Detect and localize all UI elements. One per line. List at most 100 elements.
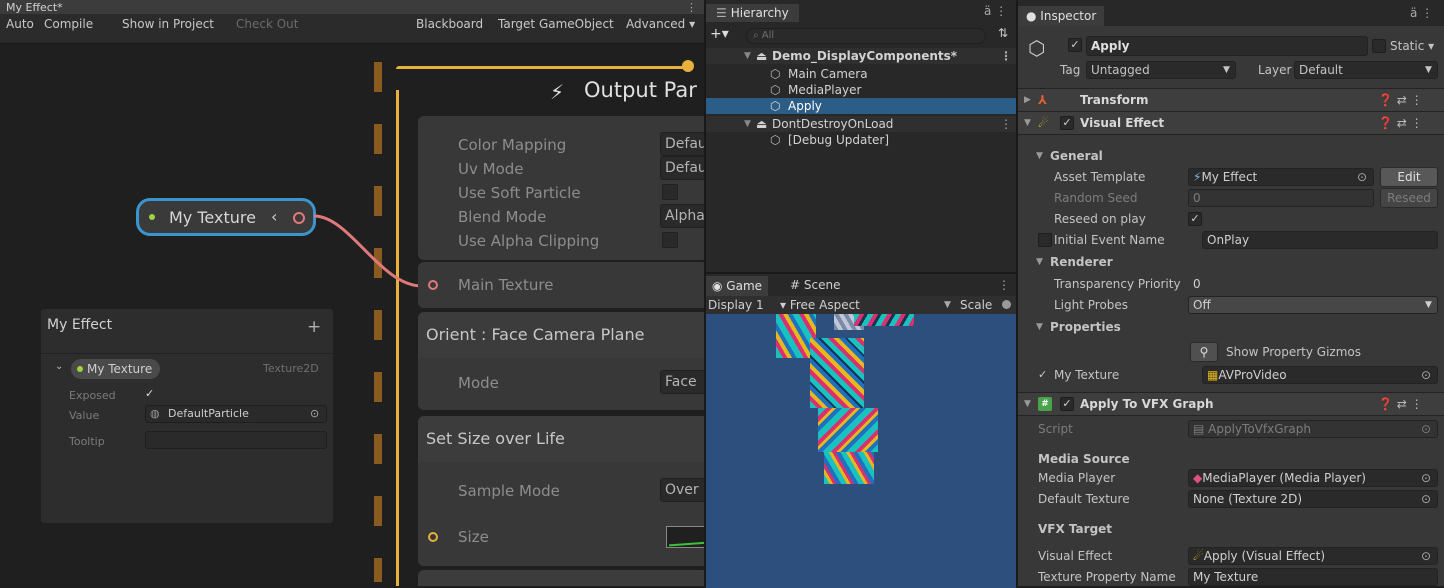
advanced-dropdown[interactable]: Advanced ▾ <box>622 16 699 32</box>
reseed-button[interactable]: Reseed <box>1380 188 1438 208</box>
object-picker-icon[interactable]: ⊙ <box>1421 491 1431 507</box>
apply-to-vfx-header[interactable]: ▼ # ✓ Apply To VFX Graph ❓ ⇄ ⋮ <box>1018 392 1444 416</box>
inspector-tab[interactable]: ● Inspector <box>1018 6 1105 26</box>
hierarchy-item-dontdestroy[interactable]: ▼ ⏏ DontDestroyOnLoad ⋮ <box>706 116 1018 132</box>
component-menu-icons[interactable]: ❓ ⇄ ⋮ <box>1378 89 1423 111</box>
initial-event-checkbox[interactable] <box>1038 233 1052 247</box>
fold-triangle-icon[interactable]: ▼ <box>1024 112 1031 134</box>
asset-template-field[interactable]: ⚡My Effect ⊙ <box>1188 168 1374 186</box>
inspector-lock-icon[interactable]: ä ⋮ <box>1410 6 1433 20</box>
object-picker-icon[interactable]: ⊙ <box>1421 367 1431 383</box>
value-object-field[interactable]: ◍ DefaultParticle ⊙ <box>145 405 327 423</box>
input-port-icon[interactable] <box>428 280 438 290</box>
hierarchy-item-apply[interactable]: ⬡ Apply <box>706 98 1018 114</box>
active-checkbox[interactable]: ✓ <box>1068 38 1082 52</box>
fold-triangle-icon[interactable]: ▼ <box>1024 393 1031 415</box>
scale-slider-handle[interactable] <box>1002 300 1011 309</box>
apply-enabled-checkbox[interactable]: ✓ <box>1060 397 1074 411</box>
color-mapping-dropdown[interactable]: Defau <box>660 132 704 156</box>
object-name-input[interactable]: Apply <box>1086 36 1368 56</box>
component-menu-icons[interactable]: ❓ ⇄ ⋮ <box>1378 393 1423 415</box>
hierarchy-item-main-camera[interactable]: ⬡ Main Camera <box>706 66 1018 82</box>
game-menu-icon[interactable]: ⋮ <box>998 278 1010 292</box>
show-in-project-button[interactable]: Show in Project <box>118 16 218 32</box>
target-gameobject-button[interactable]: Target GameObject <box>494 16 618 32</box>
scene-tab[interactable]: # Scene <box>790 278 840 292</box>
collapse-chevron-icon[interactable]: ‹ <box>271 207 277 226</box>
blackboard-add-button[interactable]: + <box>307 317 321 337</box>
sample-mode-dropdown[interactable]: Over <box>660 478 704 502</box>
my-texture-field[interactable]: ▦AVProVideo ⊙ <box>1202 366 1438 384</box>
mediaplayer-label: MediaPlayer <box>788 83 862 97</box>
vfx-tab[interactable]: My Effect* ⋮ <box>0 0 704 14</box>
size-curve-field[interactable] <box>666 526 704 548</box>
transparency-input[interactable]: 0 <box>1188 275 1438 293</box>
object-picker-icon[interactable]: ⊙ <box>310 406 319 422</box>
visual-effect-header[interactable]: ▼ ☄ ✓ Visual Effect ❓ ⇄ ⋮ <box>1018 111 1444 135</box>
renderer-foldout[interactable]: ▼ Renderer <box>1018 251 1444 273</box>
output-port-icon[interactable] <box>293 212 305 224</box>
component-menu-icons[interactable]: ❓ ⇄ ⋮ <box>1378 112 1423 134</box>
edit-button[interactable]: Edit <box>1380 167 1438 187</box>
property-node[interactable]: My Texture ‹ <box>136 198 316 236</box>
game-tab[interactable]: ◉ Game <box>706 276 769 296</box>
soft-particle-checkbox[interactable] <box>662 184 678 200</box>
object-picker-icon[interactable]: ⊙ <box>1421 548 1431 564</box>
flow-port[interactable] <box>682 60 694 72</box>
reseed-on-play-checkbox[interactable]: ✓ <box>1188 212 1202 226</box>
properties-foldout[interactable]: ▼ Properties <box>1018 316 1444 338</box>
texture-prop-input[interactable]: My Texture <box>1188 568 1438 586</box>
uv-mode-dropdown[interactable]: Defau <box>660 156 704 180</box>
lock-icon[interactable]: ä ⋮ <box>984 4 1007 18</box>
general-foldout[interactable]: ▼ General <box>1018 145 1444 167</box>
fold-triangle-icon[interactable]: ▶ <box>1024 89 1031 111</box>
auto-toggle[interactable]: Auto <box>2 16 38 32</box>
object-picker-icon[interactable]: ⊙ <box>1421 470 1431 486</box>
compile-button[interactable]: Compile <box>40 16 97 32</box>
hierarchy-item-mediaplayer[interactable]: ⬡ MediaPlayer <box>706 82 1018 98</box>
media-player-field[interactable]: ◆MediaPlayer (Media Player) ⊙ <box>1188 469 1438 487</box>
random-seed-field[interactable]: 0 <box>1188 189 1374 207</box>
hierarchy-tab[interactable]: ☰ Hierarchy <box>706 4 799 22</box>
expand-chevron-icon[interactable]: ⌄ <box>55 361 63 372</box>
fold-triangle-icon[interactable]: ▼ <box>1036 251 1043 273</box>
scene-menu-icon[interactable]: ⋮ <box>1000 116 1012 132</box>
display-dropdown[interactable]: Display 1 <box>708 296 764 314</box>
tab-menu-icon[interactable]: ⋮ <box>686 1 697 14</box>
blackboard-property-pill[interactable]: My Texture <box>71 359 161 379</box>
fold-triangle-icon[interactable]: ▼ <box>1036 316 1043 338</box>
size-port-icon[interactable] <box>428 532 438 542</box>
orient-block[interactable]: Orient : Face Camera Plane Mode Face <box>418 312 704 410</box>
transform-header[interactable]: ▶ ⅄ Transform ❓ ⇄ ⋮ <box>1018 88 1444 112</box>
sort-icon[interactable]: ⇅ <box>998 26 1008 40</box>
fold-triangle-icon[interactable]: ▼ <box>1036 145 1043 167</box>
gizmo-icon[interactable]: ⚲ <box>1190 342 1218 362</box>
default-texture-field[interactable]: None (Texture 2D) ⊙ <box>1188 490 1438 508</box>
static-dropdown[interactable]: Static ▾ <box>1390 39 1434 53</box>
add-icon[interactable]: +▾ <box>710 26 729 42</box>
hierarchy-item-debug-updater[interactable]: ⬡ [Debug Updater] <box>706 132 1018 148</box>
aspect-dropdown[interactable]: ▾ Free Aspect <box>780 296 860 314</box>
object-picker-icon[interactable]: ⊙ <box>1357 169 1367 185</box>
visual-effect-ref-field[interactable]: ☄Apply (Visual Effect) ⊙ <box>1188 547 1438 565</box>
tag-dropdown[interactable]: Untagged ▼ <box>1086 61 1236 79</box>
initial-event-input[interactable]: OnPlay <box>1202 231 1438 249</box>
size-block[interactable]: Set Size over Life Sample Mode Over Size <box>418 416 704 566</box>
orient-mode-dropdown[interactable]: Face <box>660 370 704 394</box>
static-checkbox[interactable] <box>1372 39 1386 53</box>
hierarchy-search-input[interactable]: ⌕ All <box>746 28 986 44</box>
blend-mode-dropdown[interactable]: Alpha <box>660 204 704 228</box>
scene-menu-icon[interactable]: ⋮ <box>1000 48 1012 64</box>
hierarchy-item-scene[interactable]: ▼ ⏏ Demo_DisplayComponents* ⋮ <box>706 48 1018 64</box>
tooltip-input[interactable] <box>145 431 327 449</box>
visual-effect-enabled-checkbox[interactable]: ✓ <box>1060 116 1074 130</box>
my-texture-override-check[interactable]: ✓ <box>1038 364 1047 386</box>
check-out-button[interactable]: Check Out <box>232 16 302 32</box>
alpha-clipping-checkbox[interactable] <box>662 232 678 248</box>
blackboard-button[interactable]: Blackboard <box>412 16 487 32</box>
expand-triangle-icon[interactable]: ▼ <box>744 116 751 132</box>
expand-triangle-icon[interactable]: ▼ <box>744 48 751 64</box>
layer-dropdown[interactable]: Default ▼ <box>1294 61 1438 79</box>
light-probes-dropdown[interactable]: Off ▼ <box>1188 296 1438 314</box>
exposed-checkbox[interactable]: ✓ <box>145 387 154 400</box>
